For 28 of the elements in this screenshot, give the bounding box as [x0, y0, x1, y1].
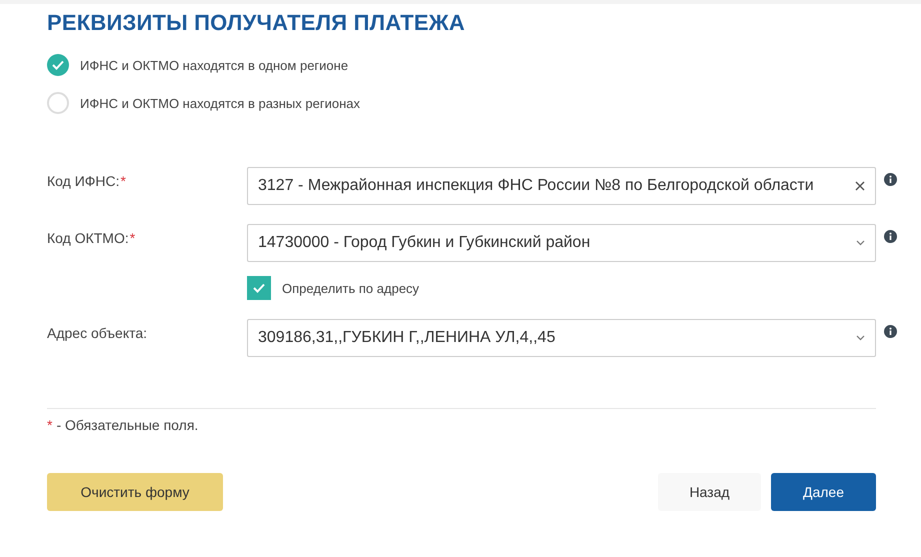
check-icon [52, 60, 64, 70]
radio-label: ИФНС и ОКТМО находятся в одном регионе [80, 58, 348, 72]
chevron-down-icon[interactable] [856, 240, 865, 246]
required-mark: * [130, 230, 136, 246]
required-mark: * [47, 417, 52, 433]
radio-label: ИФНС и ОКТМО находятся в разных регионах [80, 96, 360, 110]
info-icon[interactable] [884, 325, 897, 338]
field-label: Код ИФНС: [47, 173, 120, 189]
clear-form-button[interactable]: Очистить форму [47, 473, 223, 511]
dropdown-field[interactable]: 309186,31,,ГУБКИН Г,,ЛЕНИНА УЛ,4,,45 [247, 319, 876, 357]
field-label: Адрес объекта: [47, 325, 148, 341]
clear-icon[interactable] [855, 181, 865, 191]
radio-button[interactable] [47, 92, 69, 114]
note-text: - Обязательные поля. [56, 417, 198, 433]
chevron-down-icon[interactable] [856, 335, 865, 341]
radio-button[interactable] [47, 54, 69, 76]
info-icon[interactable] [884, 173, 897, 186]
checkbox[interactable] [247, 276, 271, 300]
field-label: Код ОКТМО: [47, 230, 129, 246]
dropdown-field[interactable]: 14730000 - Город Губкин и Губкинский район [247, 224, 876, 262]
check-icon [253, 283, 265, 293]
select-field[interactable]: 3127 - Межрайонная инспекция ФНС России №8 по Белгородской области [247, 167, 876, 205]
checkbox-label: Определить по адресу [282, 280, 420, 296]
back-button[interactable]: Назад [658, 473, 761, 511]
next-button[interactable]: Далее [771, 473, 876, 511]
info-icon[interactable] [884, 230, 897, 243]
required-mark: * [120, 173, 126, 189]
page-title: РЕКВИЗИТЫ ПОЛУЧАТЕЛЯ ПЛАТЕЖА [47, 10, 466, 36]
